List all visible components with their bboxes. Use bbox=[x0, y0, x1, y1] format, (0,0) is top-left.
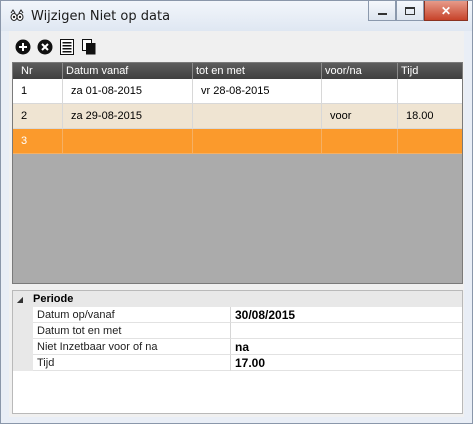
cell-datum-vanaf[interactable]: za 29-08-2015 bbox=[63, 104, 193, 129]
data-grid[interactable]: Nr Datum vanaf tot en met voor/na Tijd 1… bbox=[12, 62, 463, 284]
list-button[interactable] bbox=[56, 36, 78, 58]
title-bar[interactable]: Wijzigen Niet op data ✕ bbox=[1, 1, 472, 31]
cell-datum-vanaf[interactable]: za 01-08-2015 bbox=[63, 79, 193, 104]
cell-voor-na[interactable] bbox=[322, 79, 398, 104]
maximize-button[interactable] bbox=[396, 1, 424, 21]
property-gutter bbox=[13, 355, 33, 371]
property-name: Tijd bbox=[33, 355, 231, 371]
cell-tijd[interactable] bbox=[398, 79, 462, 104]
table-row[interactable]: 1 za 01-08-2015 vr 28-08-2015 bbox=[13, 79, 462, 104]
close-button[interactable]: ✕ bbox=[424, 1, 468, 21]
category-label: Periode bbox=[33, 293, 74, 305]
close-icon: ✕ bbox=[440, 3, 452, 18]
cell-tot-en-met[interactable] bbox=[193, 129, 322, 154]
property-category[interactable]: ◢ Periode bbox=[13, 291, 462, 307]
caption-buttons: ✕ bbox=[368, 1, 468, 21]
minimize-icon bbox=[377, 12, 387, 15]
property-gutter bbox=[13, 323, 33, 339]
window-title: Wijzigen Niet op data bbox=[31, 9, 171, 24]
maximize-icon bbox=[405, 6, 415, 15]
table-row[interactable]: 2 za 29-08-2015 voor 18.00 bbox=[13, 104, 462, 129]
minimize-button[interactable] bbox=[368, 1, 396, 21]
plus-circle-icon bbox=[15, 39, 31, 55]
property-row[interactable]: Tijd 17.00 bbox=[13, 355, 462, 371]
toolbar bbox=[12, 36, 100, 58]
column-header-datum-vanaf[interactable]: Datum vanaf bbox=[63, 63, 193, 79]
table-row-selected[interactable]: 3 bbox=[13, 129, 462, 154]
cell-datum-vanaf[interactable] bbox=[63, 129, 193, 154]
property-name: Datum op/vanaf bbox=[33, 307, 231, 323]
property-value[interactable]: na bbox=[231, 339, 462, 355]
column-header-tot-en-met[interactable]: tot en met bbox=[193, 63, 322, 79]
property-gutter bbox=[13, 339, 33, 355]
list-icon bbox=[60, 39, 74, 55]
property-row[interactable]: Niet Inzetbaar voor of na na bbox=[13, 339, 462, 355]
cell-voor-na[interactable] bbox=[322, 129, 398, 154]
property-value[interactable]: 17.00 bbox=[231, 355, 462, 371]
property-row[interactable]: Datum tot en met bbox=[13, 323, 462, 339]
collapse-triangle-icon[interactable]: ◢ bbox=[13, 295, 27, 304]
property-row[interactable]: Datum op/vanaf 30/08/2015 bbox=[13, 307, 462, 323]
property-value[interactable] bbox=[231, 323, 462, 339]
column-header-tijd[interactable]: Tijd bbox=[398, 63, 462, 79]
copy-button[interactable] bbox=[78, 36, 100, 58]
property-name: Datum tot en met bbox=[33, 323, 231, 339]
property-gutter bbox=[13, 307, 33, 323]
delete-button[interactable] bbox=[34, 36, 56, 58]
property-name: Niet Inzetbaar voor of na bbox=[33, 339, 231, 355]
column-header-nr[interactable]: Nr bbox=[13, 63, 63, 79]
x-circle-icon bbox=[37, 39, 53, 55]
column-header-voor-na[interactable]: voor/na bbox=[322, 63, 398, 79]
add-button[interactable] bbox=[12, 36, 34, 58]
cell-tijd[interactable] bbox=[398, 129, 462, 154]
cell-tot-en-met[interactable]: vr 28-08-2015 bbox=[193, 79, 322, 104]
cell-tot-en-met[interactable] bbox=[193, 104, 322, 129]
property-value[interactable]: 30/08/2015 bbox=[231, 307, 462, 323]
cell-nr[interactable]: 1 bbox=[13, 79, 63, 104]
cell-nr[interactable]: 3 bbox=[13, 129, 63, 154]
cell-voor-na[interactable]: voor bbox=[322, 104, 398, 129]
grid-header: Nr Datum vanaf tot en met voor/na Tijd bbox=[13, 63, 462, 79]
cell-tijd[interactable]: 18.00 bbox=[398, 104, 462, 129]
property-grid[interactable]: ◢ Periode Datum op/vanaf 30/08/2015 Datu… bbox=[12, 290, 463, 414]
cat-app-icon bbox=[10, 9, 24, 21]
client-area: Nr Datum vanaf tot en met voor/na Tijd 1… bbox=[9, 31, 464, 417]
cell-nr[interactable]: 2 bbox=[13, 104, 63, 129]
dialog-window: Wijzigen Niet op data ✕ Nr Datum vanaf t… bbox=[0, 0, 473, 424]
copy-icon bbox=[82, 39, 96, 55]
